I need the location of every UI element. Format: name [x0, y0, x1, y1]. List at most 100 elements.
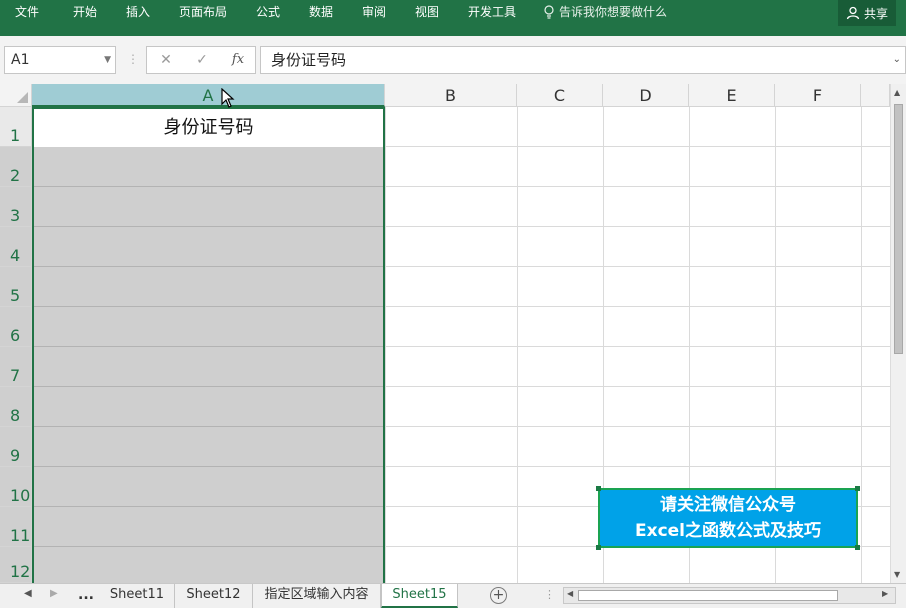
selection-gridline	[32, 266, 385, 267]
ribbon: 文件 开始 插入 页面布局 公式 数据 审阅 视图 开发工具 告诉我你想要做什么…	[0, 0, 906, 36]
row-number: 3	[10, 206, 21, 225]
selection-gridline	[32, 466, 385, 467]
share-button[interactable]: 共享	[838, 0, 896, 26]
scroll-up-icon[interactable]: ▲	[894, 88, 900, 97]
selection-gridline	[32, 346, 385, 347]
cell-grid[interactable]: 身份证号码 请关注微信公众号 Excel之函数公式及技巧	[32, 107, 890, 583]
selection-gridline	[32, 506, 385, 507]
select-all-button[interactable]	[0, 84, 32, 107]
horizontal-scroll-thumb[interactable]	[578, 590, 838, 601]
gridline	[385, 107, 386, 583]
sheet-tab-sheet11[interactable]: Sheet11	[100, 584, 175, 608]
vertical-scroll-thumb[interactable]	[894, 104, 903, 354]
tab-file[interactable]: 文件	[15, 4, 39, 20]
row-header-5[interactable]: 5	[0, 267, 32, 307]
more-sheets-button[interactable]: ...	[78, 587, 94, 603]
sheet-tab-specified-area[interactable]: 指定区域输入内容	[253, 584, 381, 608]
row-header-12[interactable]: 12	[0, 547, 32, 583]
share-label: 共享	[863, 6, 888, 21]
formula-buttons: ✕ ✓ fx	[146, 46, 256, 74]
name-box-value: A1	[11, 52, 30, 68]
sheet-tab-sheet15[interactable]: Sheet15	[381, 584, 458, 608]
row-header-10[interactable]: 10	[0, 467, 32, 507]
sheet-tabs-bar: ◀ ▶ ... Sheet11 Sheet12 指定区域输入内容 Sheet15…	[0, 583, 906, 608]
row-header-4[interactable]: 4	[0, 227, 32, 267]
selection-gridline	[32, 386, 385, 387]
tab-formulas[interactable]: 公式	[256, 4, 280, 20]
gridline	[861, 107, 862, 583]
formula-content: 身份证号码	[271, 51, 347, 69]
insert-function-icon[interactable]: fx	[223, 47, 253, 73]
selection-gridline	[32, 546, 385, 547]
prev-sheet-icon[interactable]: ◀	[24, 588, 32, 599]
tab-insert[interactable]: 插入	[126, 4, 150, 20]
column-header-a[interactable]: A	[32, 84, 385, 107]
resize-handle-bottom-right[interactable]	[855, 545, 860, 550]
selection-gridline	[32, 306, 385, 307]
row-number: 5	[10, 286, 21, 305]
sheet-tab-sheet12[interactable]: Sheet12	[175, 584, 253, 608]
column-header-next[interactable]	[861, 84, 890, 107]
column-header-f[interactable]: F	[775, 84, 861, 107]
tab-view[interactable]: 视图	[415, 4, 439, 20]
selection-gridline	[32, 226, 385, 227]
formula-input[interactable]: 身份证号码 ⌄	[260, 46, 906, 74]
formula-bar: A1 ▼ ⋮ ✕ ✓ fx 身份证号码 ⌄	[0, 36, 906, 84]
row-number: 8	[10, 406, 21, 425]
select-all-triangle-icon	[17, 92, 28, 103]
scroll-down-icon[interactable]: ▼	[894, 570, 900, 579]
column-header-e[interactable]: E	[689, 84, 775, 107]
row-number: 1	[10, 126, 21, 145]
promo-text-box[interactable]: 请关注微信公众号 Excel之函数公式及技巧	[598, 488, 858, 548]
splitter-dots-icon[interactable]: ⋮	[127, 52, 139, 66]
row-header-7[interactable]: 7	[0, 347, 32, 387]
tab-splitter-icon[interactable]: ⋮	[544, 588, 555, 601]
row-header-9[interactable]: 9	[0, 427, 32, 467]
tab-data[interactable]: 数据	[309, 4, 333, 20]
resize-handle-top-right[interactable]	[855, 486, 860, 491]
row-number: 12	[10, 562, 31, 581]
tab-page-layout[interactable]: 页面布局	[179, 4, 227, 20]
column-header-d[interactable]: D	[603, 84, 689, 107]
next-sheet-icon[interactable]: ▶	[50, 588, 58, 599]
horizontal-scrollbar[interactable]: ◀ ▶	[563, 587, 896, 604]
row-number: 2	[10, 166, 21, 185]
chevron-down-icon[interactable]: ▼	[104, 47, 111, 73]
row-header-1[interactable]: 1	[0, 107, 32, 147]
cell-a1[interactable]: 身份证号码	[34, 109, 383, 147]
promo-line-2: Excel之函数公式及技巧	[634, 521, 821, 541]
gridline	[517, 107, 518, 583]
row-header-8[interactable]: 8	[0, 387, 32, 427]
selection-fill	[32, 147, 385, 583]
row-number: 7	[10, 366, 21, 385]
name-box[interactable]: A1 ▼	[4, 46, 116, 74]
vertical-scrollbar[interactable]: ▲ ▼	[890, 84, 906, 583]
resize-handle-bottom-left[interactable]	[596, 545, 601, 550]
selection-gridline	[32, 186, 385, 187]
scroll-right-icon[interactable]: ▶	[882, 589, 888, 598]
row-number: 10	[10, 486, 31, 505]
tell-me-box[interactable]: 告诉我你想要做什么	[543, 4, 667, 20]
add-sheet-icon[interactable]: +	[490, 587, 507, 604]
tab-review[interactable]: 审阅	[362, 4, 386, 20]
column-header-b[interactable]: B	[385, 84, 517, 107]
row-header-3[interactable]: 3	[0, 187, 32, 227]
row-number: 4	[10, 246, 21, 265]
column-header-c[interactable]: C	[517, 84, 603, 107]
tell-me-label: 告诉我你想要做什么	[559, 5, 668, 19]
mouse-pointer-icon	[221, 88, 235, 108]
tab-home[interactable]: 开始	[73, 4, 97, 20]
tab-developer[interactable]: 开发工具	[468, 4, 516, 20]
enter-icon[interactable]: ✓	[187, 47, 217, 73]
selection-gridline	[32, 426, 385, 427]
row-header-6[interactable]: 6	[0, 307, 32, 347]
row-number: 6	[10, 326, 21, 345]
cancel-icon[interactable]: ✕	[151, 47, 181, 73]
promo-line-1: 请关注微信公众号	[660, 495, 796, 515]
row-header-11[interactable]: 11	[0, 507, 32, 547]
row-number: 11	[10, 526, 31, 545]
expand-formula-bar-icon[interactable]: ⌄	[893, 47, 901, 73]
scroll-left-icon[interactable]: ◀	[567, 589, 573, 598]
row-header-2[interactable]: 2	[0, 147, 32, 187]
resize-handle-top-left[interactable]	[596, 486, 601, 491]
